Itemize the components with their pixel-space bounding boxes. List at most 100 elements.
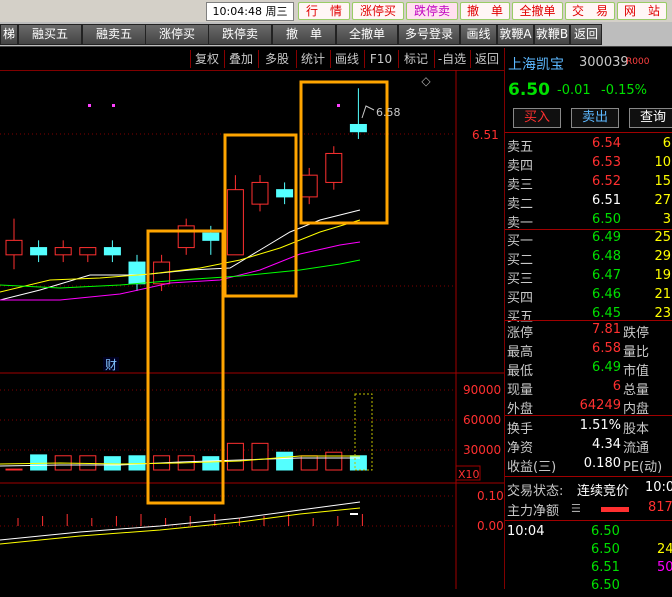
- toolbar-button-6[interactable]: 全撤单: [336, 24, 398, 45]
- top-button-6[interactable]: 网 站: [617, 2, 667, 20]
- trade-state: 连续竞价: [577, 484, 630, 499]
- stat-label: 净资: [507, 441, 534, 456]
- marker-dot: [88, 104, 91, 107]
- price-change-pct: -0.15%: [601, 83, 647, 98]
- stat-label: 最高: [507, 345, 534, 360]
- panel-divider: [505, 476, 672, 477]
- stat-label-2: 量比: [623, 345, 650, 360]
- candle-body: [300, 174, 318, 198]
- ask-row-3: 卖二 6.51 27: [505, 193, 672, 212]
- volume-bar: [276, 451, 294, 471]
- ask-row-0: 卖五 6.54 6: [505, 136, 672, 155]
- high-annotation: 6.58: [376, 106, 401, 119]
- toolbar-button-7[interactable]: 多号登录: [398, 24, 460, 45]
- top-button-1[interactable]: 涨停买: [352, 2, 404, 20]
- stat-label: 最低: [507, 364, 534, 379]
- candle-body: [177, 225, 195, 249]
- top-button-0[interactable]: 行 情: [298, 2, 350, 20]
- candle-body: [30, 247, 48, 256]
- bid-row-0: 买一 6.49 25: [505, 230, 672, 249]
- volume-bar: [325, 451, 343, 471]
- row-volume: 15: [654, 174, 671, 189]
- toolbar-button-5[interactable]: 撤 单: [272, 24, 336, 45]
- stat-row-2: 最低 6.49 市值: [505, 360, 672, 379]
- volume-bar: [226, 442, 244, 471]
- trade-toolbar: 梯融买五 融卖五 涨停买 跌停卖撤 单全撤单 多号登录 画线 敦鞭A 敦鞭B 返回: [0, 22, 672, 47]
- top-button-2[interactable]: 跌停卖: [406, 2, 458, 20]
- row-price: 6.46: [592, 287, 621, 302]
- toolbar-button-8[interactable]: 画线: [460, 24, 497, 45]
- candle-body: [128, 261, 146, 285]
- stat-label: 涨停: [507, 326, 534, 341]
- row-volume: 10: [654, 155, 671, 170]
- list-icon[interactable]: ☰: [571, 502, 581, 515]
- stock-code: 300039: [579, 55, 629, 70]
- toolbar-button-11[interactable]: 返回: [570, 24, 602, 45]
- row-volume: 27: [654, 193, 671, 208]
- panel-divider: [505, 320, 672, 321]
- stock-tag: R000: [626, 57, 650, 67]
- panel-button-2[interactable]: 查询: [629, 108, 672, 128]
- row-price: 6.49: [592, 230, 621, 245]
- row-price: 6.52: [592, 174, 621, 189]
- top-button-5[interactable]: 交 易: [565, 2, 615, 20]
- stat-label-2: 总量: [623, 383, 650, 398]
- volume-unit: X10: [458, 468, 480, 481]
- tick-price: 6.50: [591, 524, 620, 539]
- row-price: 6.50: [592, 212, 621, 227]
- high-arrow: [361, 105, 375, 119]
- volume-bar: [5, 468, 23, 471]
- row-label: 买三: [507, 272, 534, 287]
- bid-row-1: 买二 6.48 29: [505, 249, 672, 268]
- chart-tool-8[interactable]: 返回: [470, 50, 503, 68]
- stat-value: 6.58: [592, 341, 621, 356]
- top-button-3[interactable]: 撤 单: [460, 2, 510, 20]
- row-label: 卖三: [507, 178, 534, 193]
- price-change: -0.01: [557, 83, 591, 98]
- chart-tool-1[interactable]: 叠加: [224, 50, 257, 68]
- chart-tool-4[interactable]: 画线: [330, 50, 363, 68]
- top-button-4[interactable]: 全撤单: [512, 2, 563, 20]
- quote-panel: 上海凯宝 300039 R000 6.50 -0.01 -0.15% 买入 卖出 查询卖五 6.5…: [504, 48, 672, 593]
- row-volume: 21: [654, 287, 671, 302]
- kline-chart[interactable]: 6.51 6.58 财 90000 60000 30000 X10 0.10 0.00: [0, 70, 504, 589]
- stat-value: 6.49: [592, 360, 621, 375]
- toolbar-button-2[interactable]: 融卖五: [82, 24, 146, 45]
- chart-toolbar: 复权 叠加 多股 统计 画线 F10 标记 -自选 返回 ◇: [0, 48, 504, 88]
- stat-label-2: 跌停: [623, 326, 650, 341]
- panel-button-0[interactable]: 买入: [513, 108, 561, 128]
- stat-label: 收益(三): [507, 460, 557, 475]
- panel-divider: [505, 520, 672, 521]
- chart-tool-3[interactable]: 统计: [296, 50, 329, 68]
- tick-row-3: 6.50: [505, 578, 672, 597]
- stat-row-3: 现量 6 总量: [505, 379, 672, 398]
- panel-button-1[interactable]: 卖出: [571, 108, 619, 128]
- chart-tool-7[interactable]: -自选: [434, 50, 469, 68]
- marker-dot: [112, 104, 115, 107]
- toolbar-button-3[interactable]: 涨停买: [145, 24, 209, 45]
- bid-row-3: 买四 6.46 21: [505, 287, 672, 306]
- chart-tool-0[interactable]: 复权: [190, 50, 223, 68]
- top-bar: 10:04:48 周三 行 情涨停买 跌停卖撤 单全撤单交 易网 站: [0, 0, 672, 23]
- toolbar-button-9[interactable]: 敦鞭A: [497, 24, 534, 45]
- toolbar-button-1[interactable]: 融买五: [18, 24, 82, 45]
- candle-body: [349, 123, 367, 133]
- toolbar-button-10[interactable]: 敦鞭B: [534, 24, 570, 45]
- chart-tool-5[interactable]: F10: [364, 50, 397, 68]
- finance-marker: 财: [105, 358, 117, 372]
- netflow-bar: [601, 507, 629, 512]
- stock-name: 上海凯宝: [508, 57, 564, 73]
- panel-divider: [505, 132, 672, 133]
- row-label: 卖五: [507, 140, 534, 155]
- stat-label-2: 股本: [623, 422, 650, 437]
- toolbar-button-0[interactable]: 梯: [0, 24, 18, 45]
- trade-state-label: 交易状态:: [507, 484, 564, 499]
- trade-time: 10:0: [645, 480, 672, 495]
- volume-axis-label: 60000: [463, 413, 501, 427]
- row-price: 6.54: [592, 136, 621, 151]
- chart-tool-2[interactable]: 多股: [258, 50, 295, 68]
- chart-tool-6[interactable]: 标记: [398, 50, 433, 68]
- row-volume: 19: [654, 268, 671, 283]
- macd-mark: [350, 513, 358, 515]
- toolbar-button-4[interactable]: 跌停卖: [208, 24, 272, 45]
